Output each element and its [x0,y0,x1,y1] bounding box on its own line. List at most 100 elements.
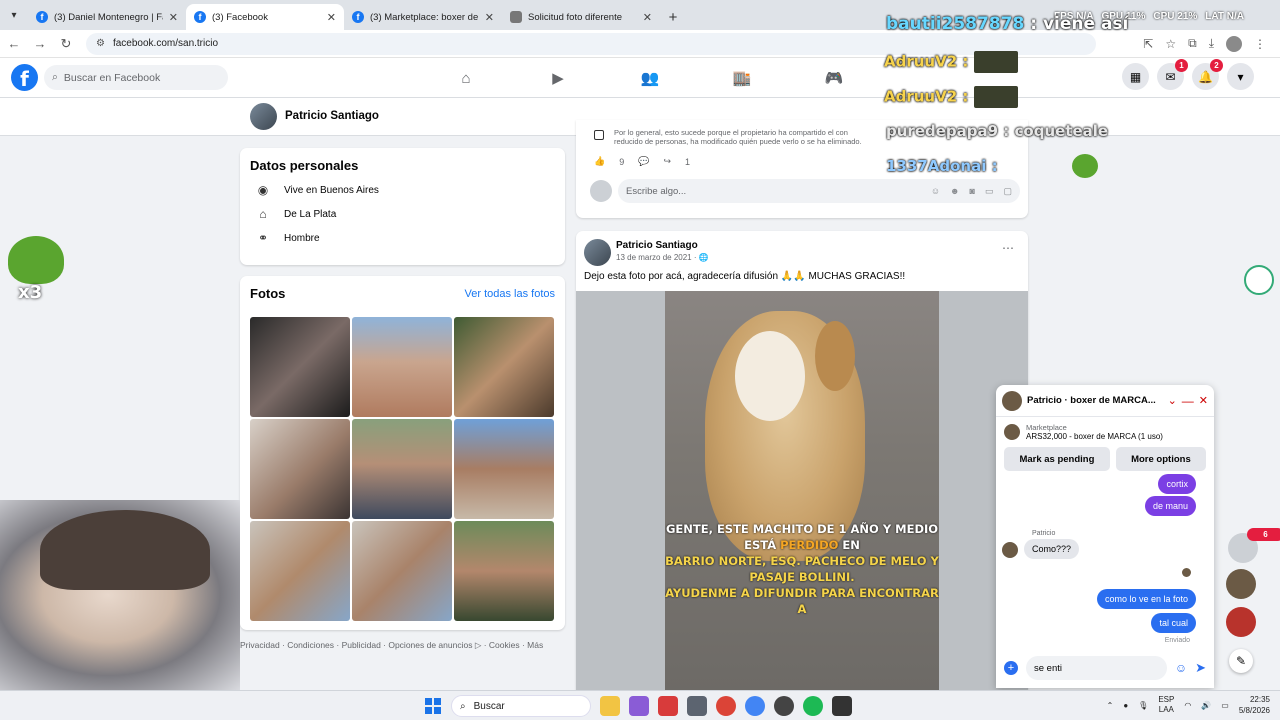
see-all-photos-link[interactable]: Ver todas las fotos [465,288,556,300]
profile-name[interactable]: Patricio Santiago [285,110,379,122]
chrome-icon[interactable] [745,696,765,716]
extensions-icon[interactable]: ⧉ [1188,36,1197,51]
stream-chat-message: puredepapa9 : coqueteale [886,122,1109,140]
post-author[interactable]: Patricio Santiago [616,240,698,251]
notice-text: reducido de personas, ha modificado quié… [614,137,862,146]
more-options-icon[interactable]: ⋯ [1002,241,1014,255]
close-icon[interactable]: ✕ [1199,394,1208,407]
post-date[interactable]: 13 de marzo de 2021 · 🌐 [616,253,709,262]
microphone-icon[interactable]: 🎙 [1138,701,1148,710]
emoji-icon[interactable]: ☺ [1175,661,1187,675]
send-icon[interactable]: ➤ [1195,660,1206,676]
tab-label: (3) Daniel Montenegro | Facebo [54,11,163,23]
photo-thumbnail[interactable] [352,521,452,621]
friends-icon[interactable]: 👥 [604,58,696,98]
browser-tab[interactable]: Solicitud foto diferente ✕ [502,4,660,30]
chrome-icon[interactable] [716,696,736,716]
forward-icon[interactable]: → [28,32,52,56]
reload-icon[interactable]: ↻ [54,32,78,56]
app-icon[interactable] [832,696,852,716]
listing-description[interactable]: ARS32,000 - boxer de MARCA (1 uso) [1026,432,1163,441]
post-image[interactable]: GENTE, ESTE MACHITO DE 1 AÑO Y MEDIO EST… [576,291,1028,691]
profile-avatar[interactable] [1226,35,1242,52]
like-icon[interactable]: 👍 [594,156,605,167]
photo-thumbnail[interactable] [454,521,554,621]
more-options-button[interactable]: More options [1115,447,1206,471]
comment-input[interactable]: Escribe algo... ☺ ☻ ◙ ▭ ▢ [618,179,1020,203]
message-bubble-outgoing: tal cual [1151,613,1196,633]
chevron-down-icon[interactable]: ⌄ [1168,394,1177,407]
contact-avatar[interactable] [1226,607,1256,637]
file-explorer-icon[interactable] [600,696,620,716]
plus-icon[interactable]: + [1004,661,1018,675]
avatar-sticker-icon[interactable]: ☺ [931,186,940,197]
install-icon[interactable]: ⇱ [1143,37,1153,51]
tab-search-button[interactable]: ▾ [0,0,28,30]
browser-menu-icon[interactable]: ⋮ [1254,37,1266,51]
avatar[interactable] [1002,390,1022,411]
browser-tab[interactable]: f (3) Daniel Montenegro | Facebo ✕ [28,4,186,30]
photo-thumbnail[interactable] [454,317,554,417]
clock[interactable]: 22:35 5/8/2026 [1239,694,1270,716]
chevron-up-icon[interactable]: ⌃ [1107,701,1114,710]
sticker-icon[interactable]: ▢ [1003,186,1012,197]
new-message-icon[interactable]: ✎ [1229,649,1253,673]
download-icon[interactable]: ⤓ [1209,36,1214,51]
camera-icon[interactable]: ◙ [970,186,975,197]
taskbar-search[interactable]: ⌕ Buscar [451,695,591,717]
listing-thumbnail[interactable] [1004,424,1020,440]
volume-icon[interactable]: 🔊 [1201,701,1211,710]
gaming-icon[interactable]: 🎮 [788,58,880,98]
home-icon[interactable]: ⌂ [420,58,512,98]
language-indicator[interactable]: ESP LAA [1158,695,1174,715]
photo-thumbnail[interactable] [352,317,452,417]
video-icon[interactable]: ▶ [512,58,604,98]
back-icon[interactable]: ← [2,32,26,56]
browser-tab[interactable]: f (3) Marketplace: boxer de MAR ✕ [344,4,502,30]
app-icon[interactable] [687,696,707,716]
minimize-icon[interactable]: — [1182,394,1194,408]
photo-thumbnail[interactable] [250,419,350,519]
avatar[interactable] [250,103,277,130]
bookmark-star-icon[interactable]: ☆ [1165,37,1176,51]
share-icon[interactable]: ↪ [663,156,671,167]
battery-icon[interactable]: ▭ [1221,701,1229,710]
photo-thumbnail[interactable] [250,521,350,621]
marketplace-icon[interactable]: 🏬 [696,58,788,98]
facebook-logo-icon[interactable]: f [11,64,38,91]
emoji-icon[interactable]: ☻ [950,186,959,197]
close-icon[interactable]: ✕ [643,11,652,24]
app-icon[interactable] [658,696,678,716]
photo-thumbnail[interactable] [352,419,452,519]
browser-tab-active[interactable]: f (3) Facebook ✕ [186,4,344,30]
contact-avatar[interactable] [1226,569,1256,599]
notifications-icon[interactable]: 🔔 2 [1192,59,1223,90]
gif-icon[interactable]: ▭ [985,186,994,197]
chat-title[interactable]: Patricio · boxer de MARCA... [1027,395,1163,406]
tray-app-icon[interactable]: ● [1123,701,1128,710]
photo-thumbnail[interactable] [250,317,350,417]
wifi-icon[interactable]: ◠ [1184,701,1191,710]
site-info-icon[interactable]: ⚙ [96,38,105,49]
facebook-search-input[interactable]: ⌕ Buscar en Facebook [44,65,228,90]
message-list[interactable]: cortix de manu Patricio Como??? como lo … [996,474,1214,646]
comment-icon[interactable]: 💬 [638,156,649,167]
avatar[interactable] [584,239,611,266]
mark-as-pending-button[interactable]: Mark as pending [1004,447,1110,471]
message-input[interactable]: se enti [1026,656,1167,680]
spotify-icon[interactable] [803,696,823,716]
photo-thumbnail[interactable] [454,419,554,519]
menu-grid-icon[interactable]: ▦ [1122,63,1149,90]
messenger-icon[interactable]: ✉ 1 [1157,59,1188,90]
app-icon[interactable] [774,696,794,716]
footer-links[interactable]: Privacidad · Condiciones · Publicidad · … [240,640,543,651]
close-icon[interactable]: ✕ [169,11,178,24]
account-chevron-icon[interactable]: ▾ [1227,63,1254,90]
message-bubble-outgoing: como lo ve en la foto [1096,589,1196,609]
assistant-icon[interactable] [1244,265,1274,295]
new-tab-button[interactable]: + [660,4,686,30]
app-icon[interactable] [629,696,649,716]
windows-start-icon[interactable] [425,698,441,714]
close-icon[interactable]: ✕ [485,11,494,24]
close-icon[interactable]: ✕ [327,11,336,24]
